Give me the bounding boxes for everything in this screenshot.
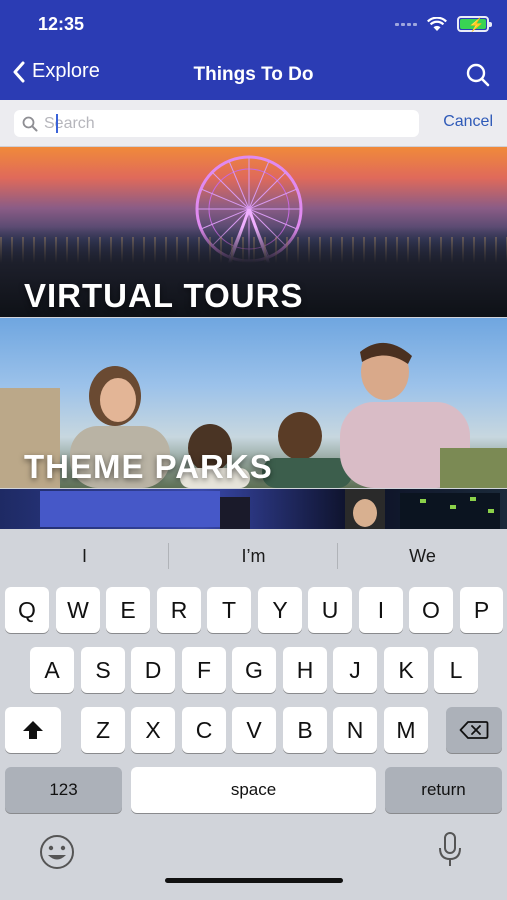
search-icon[interactable]	[465, 62, 491, 88]
key[interactable]: T	[207, 587, 251, 633]
key[interactable]: Z	[81, 707, 125, 753]
key[interactable]: S	[81, 647, 125, 693]
navigation-bar: Explore Things To Do	[0, 56, 507, 96]
key[interactable]: J	[333, 647, 377, 693]
key[interactable]: N	[333, 707, 377, 753]
space-key[interactable]: space	[131, 767, 376, 813]
suggestion-item[interactable]: I	[0, 529, 169, 583]
key[interactable]: Q	[5, 587, 49, 633]
card-image	[40, 489, 500, 529]
key[interactable]: B	[283, 707, 327, 753]
search-field[interactable]	[14, 110, 419, 137]
category-card-partial[interactable]	[0, 489, 507, 529]
key[interactable]: F	[182, 647, 226, 693]
key[interactable]: R	[157, 587, 201, 633]
shift-icon	[23, 721, 43, 739]
predictive-text-bar: I I’m We	[0, 529, 507, 583]
status-icons: ⚡	[395, 16, 492, 32]
card-title: VIRTUAL TOURS	[24, 277, 304, 314]
numbers-key[interactable]: 123	[5, 767, 122, 813]
key[interactable]: C	[182, 707, 226, 753]
microphone-icon[interactable]	[437, 831, 463, 869]
key[interactable]: L	[434, 647, 478, 693]
suggestion-item[interactable]: We	[338, 529, 507, 583]
emoji-icon[interactable]	[38, 833, 76, 871]
backspace-key[interactable]	[446, 707, 502, 753]
key[interactable]: O	[409, 587, 453, 633]
key[interactable]: W	[56, 587, 100, 633]
status-bar: 12:35 ⚡	[0, 14, 507, 40]
key[interactable]: X	[131, 707, 175, 753]
keyboard-bottom-bar	[0, 821, 507, 900]
key[interactable]: A	[30, 647, 74, 693]
cellular-signal-icon	[395, 22, 417, 26]
search-bar: Cancel	[0, 100, 507, 147]
status-time: 12:35	[38, 14, 85, 34]
page-title: Things To Do	[193, 64, 314, 85]
key[interactable]: K	[384, 647, 428, 693]
backspace-icon	[459, 721, 489, 739]
key[interactable]: E	[106, 587, 150, 633]
key[interactable]: G	[232, 647, 276, 693]
key[interactable]: U	[308, 587, 352, 633]
return-key[interactable]: return	[385, 767, 502, 813]
key[interactable]: P	[460, 587, 503, 633]
key[interactable]: I	[359, 587, 403, 633]
wifi-icon	[427, 16, 447, 31]
key[interactable]: V	[232, 707, 276, 753]
key[interactable]: Y	[258, 587, 302, 633]
home-indicator[interactable]	[165, 878, 343, 883]
card-title: THEME PARKS	[24, 448, 273, 485]
battery-icon: ⚡	[457, 16, 492, 32]
key[interactable]: D	[131, 647, 175, 693]
search-field-icon	[22, 116, 38, 131]
cancel-button[interactable]: Cancel	[443, 113, 493, 131]
app-header: 12:35 ⚡ Explore Things To Do	[0, 0, 507, 100]
category-card-virtual-tours[interactable]: VIRTUAL TOURS	[0, 147, 507, 317]
key[interactable]: H	[283, 647, 327, 693]
suggestion-item[interactable]: I’m	[169, 529, 338, 583]
shift-key[interactable]	[5, 707, 61, 753]
key[interactable]: M	[384, 707, 428, 753]
category-card-theme-parks[interactable]: THEME PARKS	[0, 318, 507, 488]
search-input[interactable]	[44, 114, 404, 133]
text-cursor	[56, 114, 58, 133]
software-keyboard: I I’m We Q W E R T Y U I O P A S D F G H…	[0, 529, 507, 900]
